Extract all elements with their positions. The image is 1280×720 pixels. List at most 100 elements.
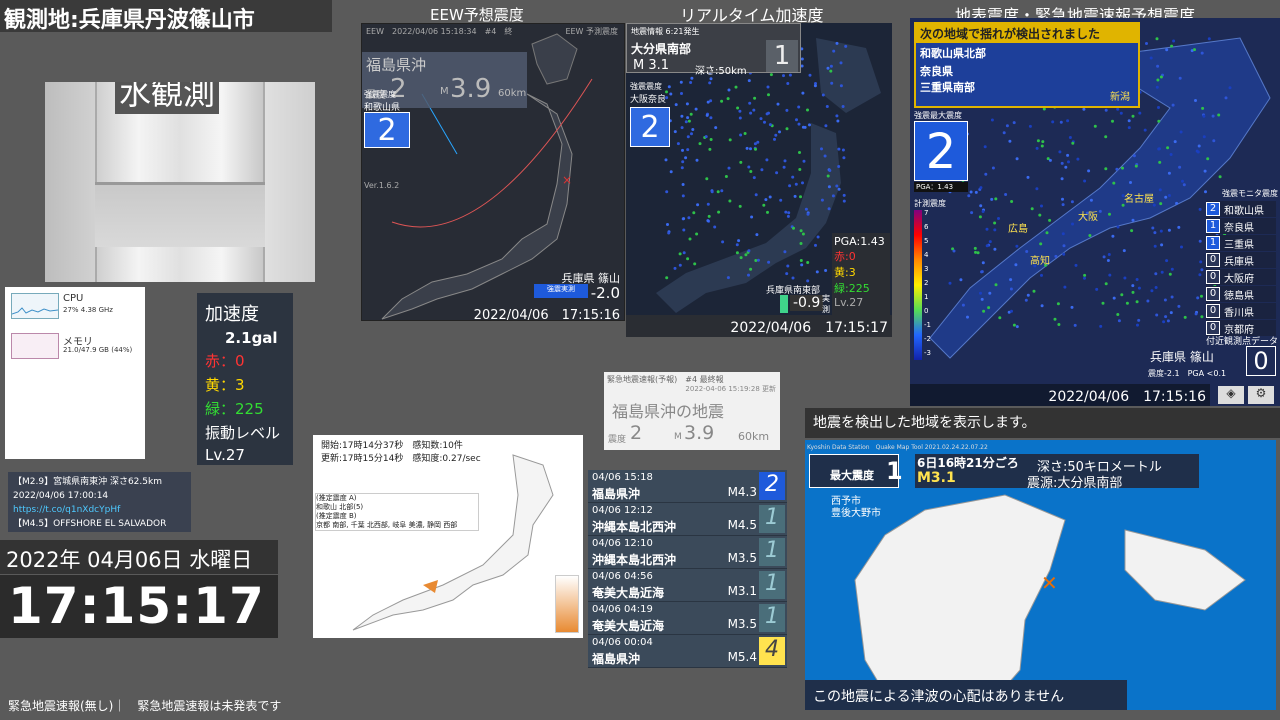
station-dot (735, 243, 739, 247)
ground-obs-detail: 震度-2.1 PGA <0.1 (1148, 369, 1227, 378)
station-dot (1089, 198, 1093, 202)
station-dot (1026, 175, 1030, 179)
shake-map-panel: 開始:17時14分37秒 感知数:10件 更新:17時15分14秒 感知度:0.… (313, 435, 583, 638)
pref-int: 1 (1206, 219, 1220, 233)
station-dot (1083, 276, 1086, 280)
station-dot (1132, 154, 1136, 158)
station-dot (669, 92, 673, 96)
history-row[interactable]: 04/06 12:10 沖縄本島北西沖 M3.5 1 (588, 536, 787, 569)
station-dot (688, 237, 692, 241)
station-dot (1088, 234, 1092, 237)
station-dot (836, 119, 840, 123)
station-dot (769, 73, 773, 77)
station-dot (704, 135, 708, 139)
pref-row: 0 兵庫県 (1206, 252, 1276, 268)
scale-label: 0 (924, 307, 929, 315)
station-dot (708, 147, 712, 151)
station-dot (974, 250, 977, 254)
station-dot (1112, 181, 1116, 185)
ground-timestamp: 2022/04/06 17:15:16 (910, 384, 1210, 406)
station-dot (726, 276, 730, 280)
station-dot (806, 108, 809, 112)
station-dot (706, 202, 710, 206)
station-dot (756, 140, 760, 144)
scale-label: 2 (924, 279, 929, 287)
history-row[interactable]: 04/06 00:04 福島県沖 M5.4 4 (588, 635, 787, 668)
scale-label: 1 (924, 293, 929, 301)
scale-label: 6 (924, 223, 929, 231)
station-dot (767, 111, 770, 115)
station-dot (736, 106, 740, 110)
gear-icon[interactable]: ⚙ (1248, 386, 1274, 404)
station-dot (738, 204, 742, 208)
station-dot (767, 93, 770, 97)
station-dot (753, 96, 757, 100)
station-dot (1062, 252, 1066, 256)
station-dot (667, 85, 671, 89)
station-dot (727, 166, 731, 170)
history-int: 2 (759, 472, 785, 500)
station-dot (786, 82, 790, 85)
station-dot (788, 184, 792, 188)
station-dot (685, 102, 689, 106)
station-dot (785, 127, 789, 131)
station-dot (710, 190, 714, 194)
history-row[interactable]: 04/06 04:19 奄美大島近海 M3.5 1 (588, 602, 787, 635)
history-row[interactable]: 04/06 15:18 福島県沖 M4.3 2 (588, 470, 787, 503)
scale-label: -1 (924, 321, 931, 329)
station-dot (799, 242, 803, 245)
station-dot (1024, 298, 1028, 302)
accel-value: 2.1gal (225, 329, 278, 347)
shake-note-0: (推定震度 A) (316, 494, 357, 502)
station-dot (839, 84, 843, 88)
station-dot (961, 303, 965, 307)
station-dot (750, 215, 754, 219)
station-dot (1224, 96, 1228, 100)
station-dot (674, 103, 678, 107)
station-dot (724, 175, 728, 178)
station-dot (1198, 273, 1202, 277)
station-dot (802, 159, 806, 163)
station-dot (839, 61, 843, 65)
station-dot (1178, 165, 1182, 169)
station-dot (1012, 121, 1016, 125)
locate-icon[interactable]: ◈ (1218, 386, 1244, 404)
station-dot (779, 198, 783, 202)
station-dot (1040, 273, 1043, 277)
station-dot (1032, 289, 1036, 293)
city-label-kochi: 高知 (1030, 256, 1050, 267)
tweet-link[interactable]: https://t.co/q1nXdcYpHf (13, 503, 186, 517)
station-dot (773, 137, 776, 141)
pref-int: 0 (1206, 321, 1220, 335)
station-dot (1178, 76, 1182, 80)
accel-yellow: 黄：3 (205, 376, 245, 394)
station-dot (800, 57, 804, 61)
station-dot (806, 279, 810, 283)
scale-label: 4 (924, 251, 929, 259)
history-row[interactable]: 04/06 04:56 奄美大島近海 M3.1 1 (588, 569, 787, 602)
station-dot (985, 244, 989, 248)
station-dot (681, 160, 685, 164)
station-dot (1004, 193, 1008, 196)
ground-region-1: 奈良県 (920, 65, 953, 78)
eew-panel-title: EEW予想震度 (430, 6, 524, 24)
station-dot (1076, 157, 1080, 161)
station-dot (738, 116, 742, 120)
station-dot (717, 210, 721, 214)
station-dot (820, 147, 823, 151)
station-dot (768, 195, 772, 199)
accel-title: 加速度 (205, 304, 259, 325)
ground-max: 2 (914, 121, 968, 181)
rt-obs-tag: 実測 (822, 294, 830, 314)
station-dot (1107, 253, 1111, 256)
station-dot (693, 262, 697, 266)
quake-map-panel: ✕ Kyoshin Data Station Quake Map Tool 20… (805, 440, 1276, 710)
station-dot (1070, 305, 1074, 309)
station-dot (797, 122, 801, 126)
station-dot (1180, 245, 1183, 249)
station-dot (825, 105, 829, 108)
station-dot (830, 81, 834, 85)
history-row[interactable]: 04/06 12:12 沖縄本島北西沖 M4.5 1 (588, 503, 787, 536)
station-dot (1093, 124, 1097, 128)
ground-monitor-label: 強震モニタ震度 (1222, 189, 1278, 198)
